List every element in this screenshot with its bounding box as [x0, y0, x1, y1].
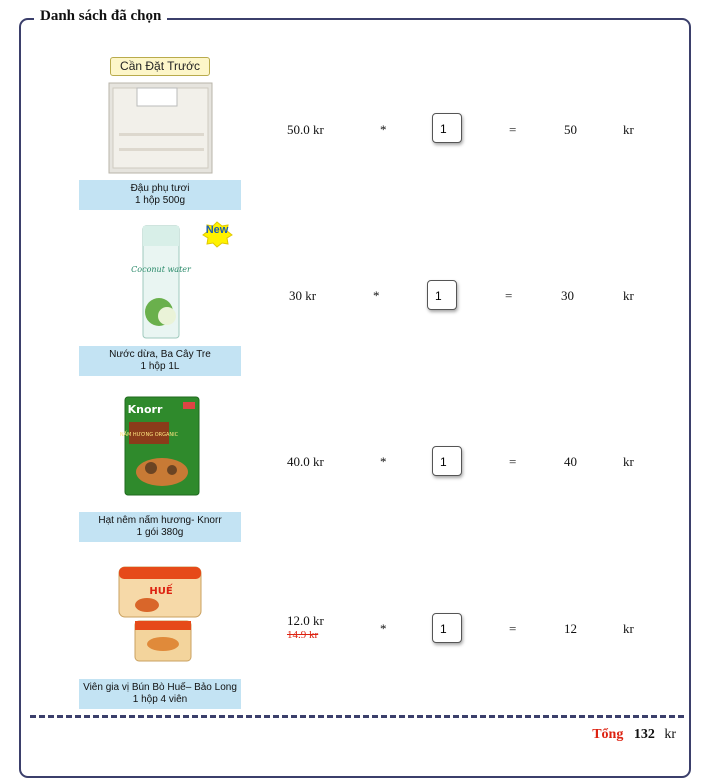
- equals-sign: =: [509, 621, 517, 636]
- times-sign: *: [380, 621, 387, 636]
- divider: [30, 715, 684, 718]
- list-item: Coconut water New Nước dừa, Ba Cây Tre 1…: [79, 214, 701, 380]
- knorr-seasoning-image: Knorr NẤM HƯƠNG ORGANIC: [120, 396, 200, 496]
- product-pack: 1 gói 380g: [136, 527, 184, 538]
- unit-price: 50.0 kr: [287, 122, 324, 137]
- product-card[interactable]: Knorr NẤM HƯƠNG ORGANIC Hạt nêm nấm hươn…: [79, 380, 241, 542]
- coconut-brand-text: Coconut water: [131, 265, 192, 274]
- times-sign: *: [380, 454, 387, 469]
- currency: kr: [623, 454, 634, 469]
- equals-sign: =: [509, 454, 517, 469]
- equals-sign: =: [505, 288, 513, 303]
- product-card[interactable]: Coconut water New Nước dừa, Ba Cây Tre 1…: [79, 214, 241, 376]
- unit-price: 40.0 kr: [287, 454, 324, 469]
- unit-price: 30 kr: [289, 288, 317, 303]
- old-price: 14.9 kr: [287, 629, 319, 641]
- product-pack: 1 hộp 4 viên: [132, 694, 188, 705]
- unit-price: 12.0 kr: [287, 613, 324, 628]
- list-item: Cần Đặt Trước Đậu phụ tươi 1 hộp 500g 50…: [79, 48, 701, 214]
- product-caption: Viên gia vị Bún Bò Huế– Bảo Long 1 hộp 4…: [79, 679, 241, 709]
- currency: kr: [623, 288, 634, 303]
- product-card[interactable]: HUẾ Viên gia vị Bún Bò Huế– Bảo Long 1 h…: [79, 547, 241, 709]
- total-currency: kr: [664, 727, 676, 742]
- times-sign: *: [373, 288, 380, 303]
- total-amount: 132: [633, 727, 655, 742]
- currency: kr: [623, 122, 634, 137]
- product-pack: 1 hộp 500g: [134, 195, 186, 206]
- bun-bo-hue-cube-image: HUẾ: [118, 566, 202, 662]
- product-caption: Đậu phụ tươi 1 hộp 500g: [79, 180, 241, 210]
- subtotal: 30: [561, 288, 574, 303]
- subtotal: 40: [564, 454, 577, 469]
- quantity-input[interactable]: 1: [432, 446, 462, 476]
- new-badge: New: [205, 224, 229, 236]
- quantity-input[interactable]: 1: [432, 113, 462, 143]
- product-caption: Hạt nêm nấm hương- Knorr 1 gói 380g: [79, 512, 241, 542]
- quantity-input[interactable]: 1: [432, 613, 462, 643]
- product-card[interactable]: Cần Đặt Trước Đậu phụ tươi 1 hộp 500g: [79, 48, 241, 210]
- product-caption: Nước dừa, Ba Cây Tre 1 hộp 1L: [79, 346, 241, 376]
- total-label: Tổng: [592, 727, 624, 742]
- section-title: Danh sách đã chọn: [34, 8, 168, 25]
- subtotal: 12: [564, 621, 577, 636]
- order-total: Tổng 132 kr: [592, 727, 676, 743]
- product-pack: 1 hộp 1L: [140, 361, 180, 372]
- product-name: Đậu phụ tươi: [130, 183, 190, 194]
- product-name: Viên gia vị Bún Bò Huế– Bảo Long: [83, 682, 237, 693]
- quantity-input[interactable]: 1: [427, 280, 457, 310]
- product-name: Nước dừa, Ba Cây Tre: [109, 349, 211, 360]
- preorder-badge: Cần Đặt Trước: [110, 57, 210, 76]
- list-item: Knorr NẤM HƯƠNG ORGANIC Hạt nêm nấm hươn…: [79, 380, 701, 546]
- knorr-sub-text: NẤM HƯƠNG ORGANIC: [120, 430, 179, 438]
- subtotal: 50: [564, 122, 577, 137]
- product-name: Hạt nêm nấm hương- Knorr: [98, 515, 222, 526]
- currency: kr: [623, 621, 634, 636]
- list-item: HUẾ Viên gia vị Bún Bò Huế– Bảo Long 1 h…: [79, 547, 701, 713]
- knorr-brand-text: Knorr: [128, 403, 163, 416]
- times-sign: *: [380, 122, 387, 137]
- equals-sign: =: [509, 122, 517, 137]
